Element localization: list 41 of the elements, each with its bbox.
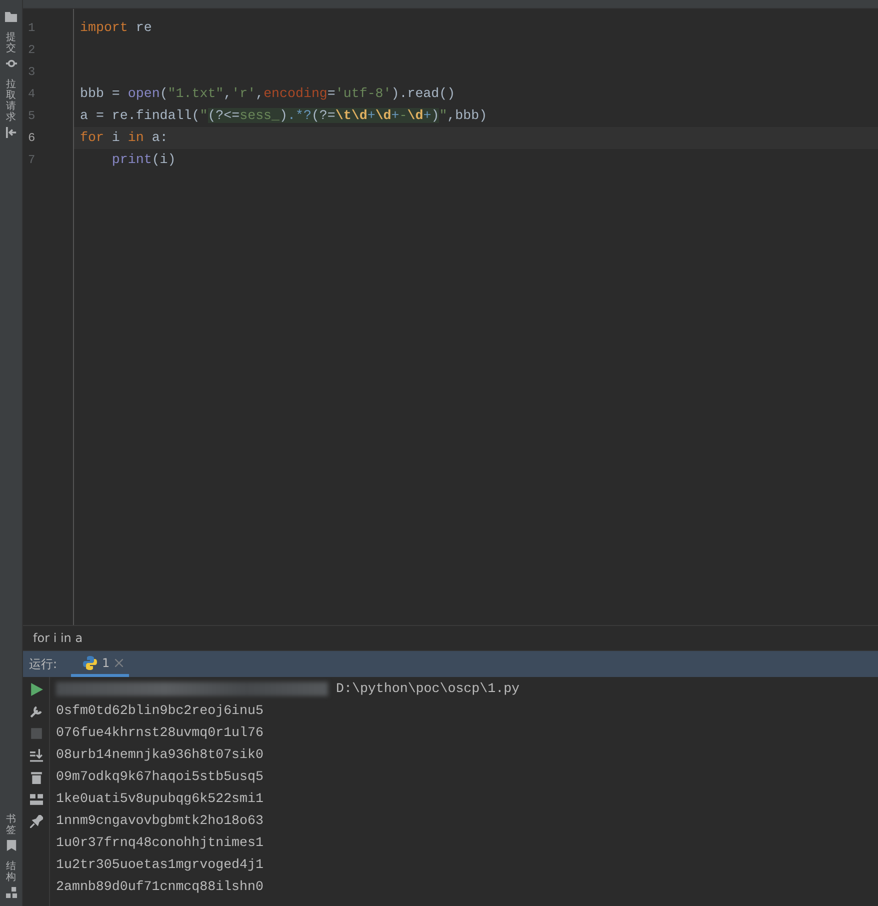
line-number: 2 bbox=[27, 42, 36, 59]
line-number: 5 bbox=[27, 108, 36, 125]
structure-icon bbox=[6, 887, 16, 898]
run-label: 运行: bbox=[29, 656, 58, 672]
output-line: 2amnb89d0uf71cnmcq88ilshn0 bbox=[56, 878, 264, 896]
pin-icon[interactable] bbox=[30, 815, 42, 828]
line-number: 7 bbox=[27, 152, 36, 169]
trash-icon[interactable] bbox=[30, 771, 42, 784]
output-line: 1u0r37frnq48conohhjtnimes1 bbox=[56, 834, 264, 852]
output-line: 0sfm0td62blin9bc2reoj6inu5 bbox=[56, 702, 264, 720]
line-number: 3 bbox=[27, 64, 36, 81]
line-number: 1 bbox=[27, 20, 36, 37]
output-line: 1nnm9cngavovbgbmtk2ho18o63 bbox=[56, 812, 264, 830]
output-line: 1u2tr305uoetas1mgrvoged4j1 bbox=[56, 856, 264, 874]
output-line: 09m7odkq9k67haqoi5stb5usq5 bbox=[56, 768, 264, 786]
run-icon[interactable] bbox=[30, 683, 42, 696]
tool-window-label[interactable]: 拉取请求 bbox=[6, 79, 16, 123]
output-line: 1ke0uati5v8upubqg6k522smi1 bbox=[56, 790, 264, 808]
breadcrumb[interactable]: for i in a bbox=[33, 631, 83, 645]
folder-icon[interactable] bbox=[5, 12, 17, 22]
code-line: print(i) bbox=[110, 152, 176, 167]
pull-request-icon bbox=[6, 127, 16, 138]
tool-window-label[interactable]: 结构 bbox=[6, 861, 16, 883]
code-line: a = re.findall("(?<=sess_).*?(?=\t\d+\d+-\d+)",bbb) bbox=[80, 108, 488, 123]
bookmark-icon bbox=[6, 840, 16, 851]
command-line: D:\python\poc\oscp\1.py bbox=[336, 680, 520, 698]
tool-window-label[interactable]: 提交 bbox=[6, 32, 16, 54]
python-icon bbox=[83, 656, 98, 670]
code-line: import re bbox=[80, 20, 152, 35]
line-number: 4 bbox=[27, 86, 36, 103]
line-number: 6 bbox=[27, 130, 36, 147]
wrench-icon[interactable] bbox=[30, 705, 42, 718]
run-tab[interactable]: 1 bbox=[71, 651, 129, 677]
output-line: 08urb14nemnjka936h8t07sik0 bbox=[56, 746, 264, 764]
commit-icon bbox=[6, 58, 16, 69]
scroll-to-end-icon[interactable] bbox=[30, 749, 42, 762]
output-line: 076fue4khrnst28uvmq0r1ul76 bbox=[56, 724, 264, 742]
code-line: for i in a: bbox=[80, 130, 168, 145]
layout-icon[interactable] bbox=[30, 793, 42, 806]
code-line: bbb = open("1.txt",'r',encoding='utf-8').read() bbox=[80, 86, 456, 101]
tool-window-label[interactable]: 书签 bbox=[6, 814, 16, 836]
